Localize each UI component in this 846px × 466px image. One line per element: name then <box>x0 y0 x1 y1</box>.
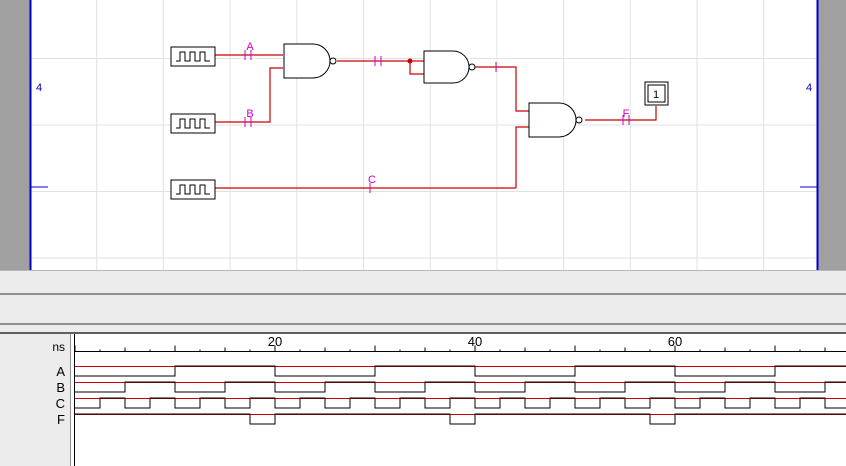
time-ruler: 20 40 60 <box>74 334 846 352</box>
time-unit-label: ns <box>52 340 65 354</box>
signal-traces <box>75 365 846 425</box>
splitter-line <box>0 323 846 325</box>
ruler-tick-label: 40 <box>468 334 482 349</box>
left-border-label: 4 <box>36 82 42 94</box>
nand-gate-3[interactable] <box>528 102 583 138</box>
right-border-label: 4 <box>806 82 812 94</box>
output-probe[interactable]: 1 <box>644 81 669 106</box>
signal-trace-b <box>75 381 846 393</box>
sheet-borders: 4 4 <box>29 0 819 270</box>
signal-labels: ABCF <box>56 364 66 427</box>
signal-trace-a <box>75 365 846 377</box>
wire-label-b: B <box>246 108 253 120</box>
signal-trace-f <box>75 413 846 425</box>
signal-trace-c <box>75 397 846 409</box>
clock-source-c[interactable] <box>170 179 216 200</box>
wire-label-f: F <box>623 108 630 120</box>
signal-label-a: A <box>56 364 65 379</box>
schematic-panel: 4 4 A B C F 1 <box>0 0 846 270</box>
ruler-tick-label: 60 <box>668 334 682 349</box>
nand-gate-2[interactable] <box>423 50 476 84</box>
signal-label-f: F <box>57 412 65 427</box>
sheet-grid <box>29 0 818 270</box>
clock-source-a[interactable] <box>170 46 216 67</box>
schematic-canvas[interactable]: 4 4 A B C F 1 <box>0 0 846 270</box>
wire-label-a: A <box>246 41 254 53</box>
panel-splitter[interactable] <box>0 270 846 332</box>
probe-value: 1 <box>653 89 659 101</box>
ruler-tick-label: 20 <box>268 334 282 349</box>
clock-source-b[interactable] <box>170 113 216 134</box>
signal-label-b: B <box>56 380 65 395</box>
nand-gate-1[interactable] <box>283 43 337 79</box>
waveform-panel: ns 20 40 60 ABCF <box>0 332 846 466</box>
splitter-line <box>0 293 846 295</box>
signal-label-c: C <box>56 396 65 411</box>
waveform-canvas[interactable]: ns 20 40 60 ABCF <box>0 334 846 466</box>
wire-label-c: C <box>368 174 376 186</box>
wire-junction-dot <box>407 58 413 64</box>
